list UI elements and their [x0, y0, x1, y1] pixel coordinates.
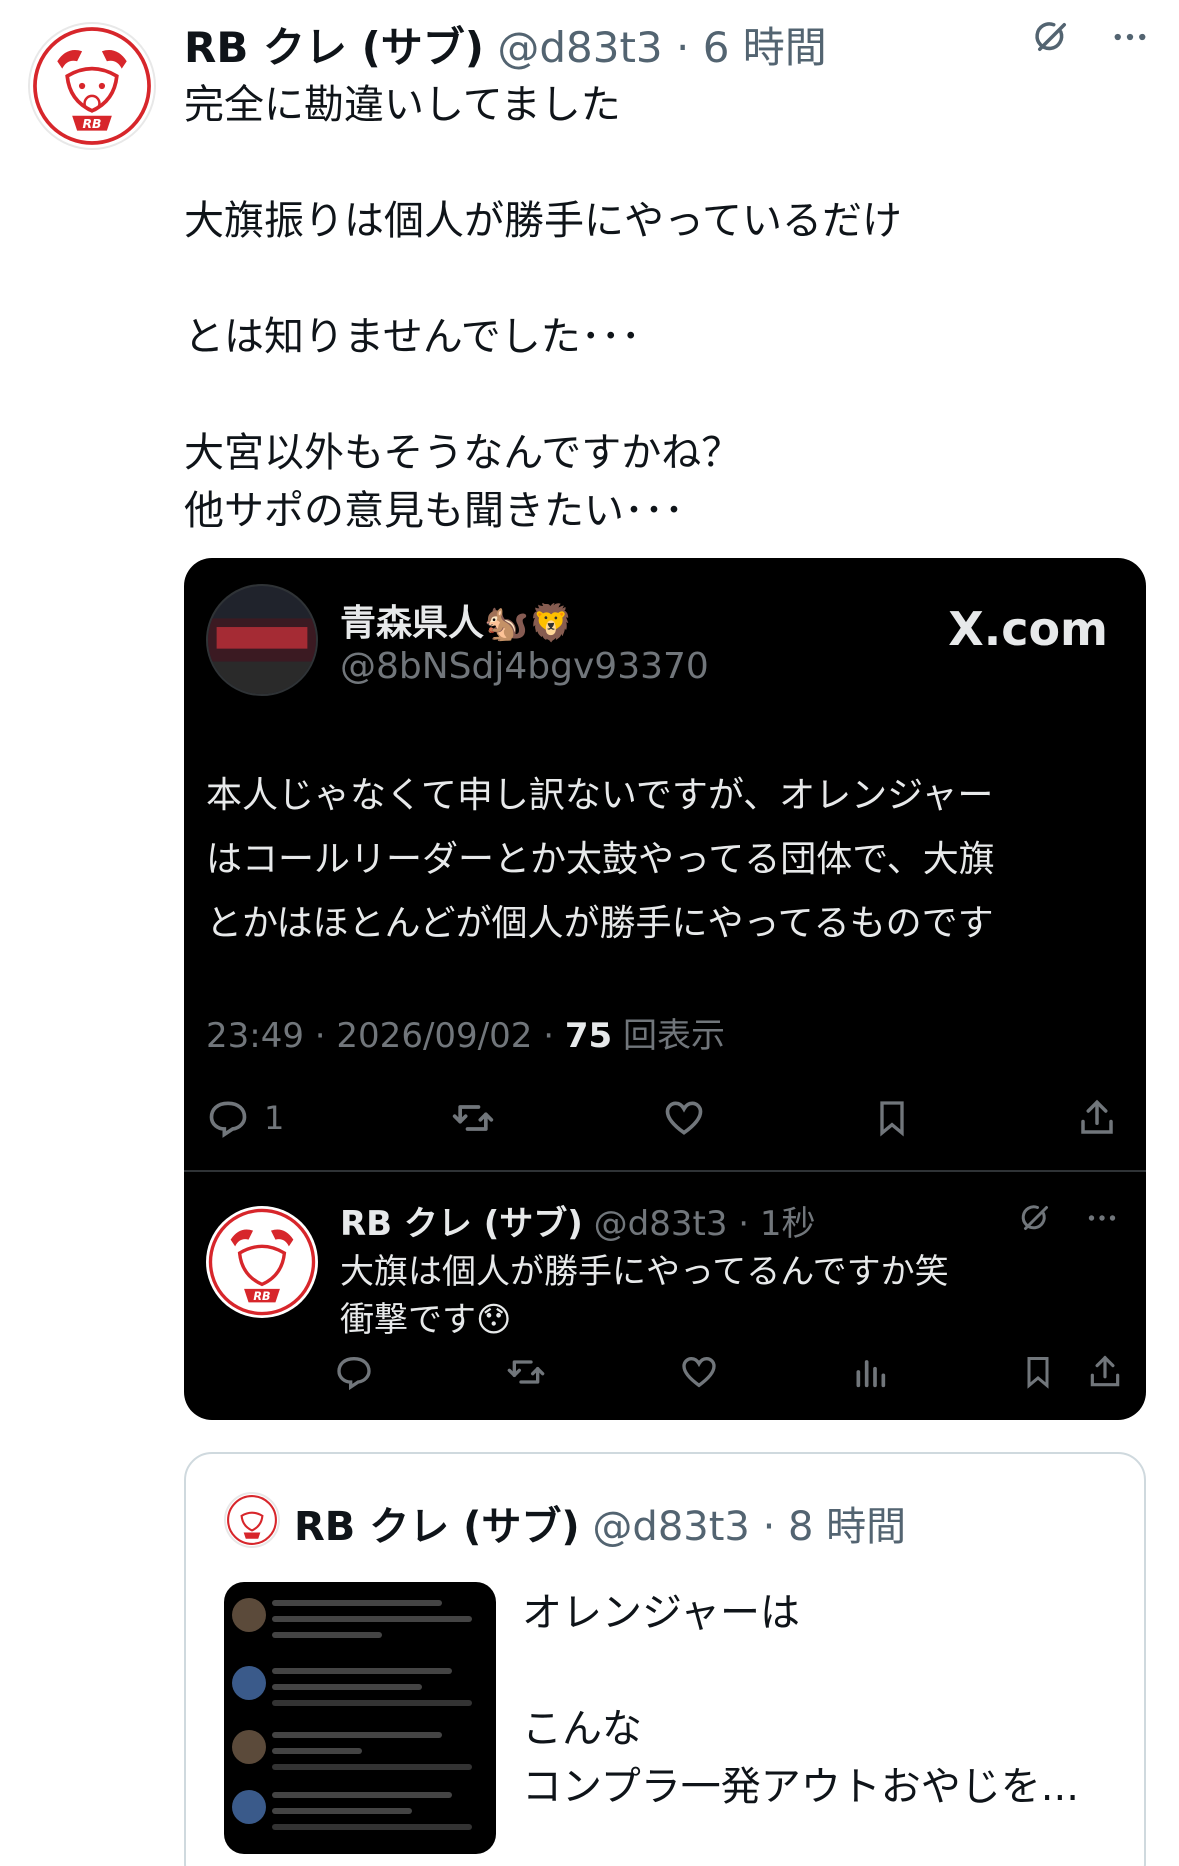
- bookmark-icon: [1027, 1357, 1049, 1389]
- like-icon: [665, 1101, 703, 1135]
- divider: [184, 1170, 1146, 1172]
- user-avatar[interactable]: RB: [28, 22, 156, 150]
- quoted-tweet-line: コンプラ一発アウトおやじを...: [522, 1764, 1079, 1810]
- embedded-screenshot[interactable]: 青森県人🐿️🦁 @8bNSdj4bgv93370 X.com 本人じゃなくて申し…: [184, 558, 1146, 1420]
- timestamp[interactable]: 6 時間: [703, 23, 827, 72]
- reply-action: 1: [206, 1096, 284, 1140]
- reply-icon: [209, 1101, 247, 1138]
- reply-avatar: RB: [206, 1206, 318, 1318]
- quoted-tweet-line: こんな: [522, 1706, 642, 1752]
- embedded-line: はコールリーダーとか太鼓やってる団体で、大旗: [206, 839, 995, 880]
- quoted-user-name: 青森県人🐿️🦁: [340, 603, 574, 644]
- embedded-line: 本人じゃなくて申し訳ないですが、オレンジャー: [206, 775, 994, 816]
- share-icon: [1090, 1355, 1120, 1387]
- separator: ·: [676, 23, 690, 72]
- embedded-views: 75: [564, 1016, 613, 1056]
- reply-header: RB クレ (サブ) @d83t3 · 1秒: [340, 1204, 816, 1244]
- reply-actions: [334, 1348, 1124, 1396]
- retweet-icon: [507, 1360, 545, 1384]
- user-handle[interactable]: @d83t3: [497, 23, 662, 72]
- quoted-tweet-line: オレンジャーは: [522, 1590, 800, 1636]
- rb-logo-icon: RB: [208, 1208, 316, 1316]
- embedded-line: とかはほとんどが個人が勝手にやってるものです: [206, 903, 994, 944]
- tweet-header-actions: [1031, 16, 1151, 58]
- reply-header-icons: [1018, 1200, 1120, 1236]
- reply-handle: @d83t3: [593, 1204, 728, 1244]
- embedded-body: 本人じゃなくて申し訳ないですが、オレンジャー はコールリーダーとか太鼓やってる団…: [206, 764, 1126, 956]
- quoted-tweet-text: オレンジャーは こんな コンプラ一発アウトおやじを...: [522, 1584, 1079, 1816]
- reply-name: RB クレ (サブ): [340, 1204, 583, 1244]
- embedded-views-label: 回表示: [622, 1016, 725, 1056]
- rb-logo-icon: RB: [33, 27, 151, 145]
- quoted-tweet-header: RB クレ (サブ) @d83t3 · 8 時間: [294, 1504, 907, 1550]
- reply-icon: [337, 1356, 371, 1391]
- grok-icon[interactable]: [1031, 16, 1073, 58]
- more-icon[interactable]: [1109, 16, 1151, 58]
- embedded-date: 2026/09/02: [336, 1016, 533, 1056]
- reply-line: 衝撃です😯: [340, 1300, 512, 1340]
- like-icon: [682, 1356, 716, 1388]
- reply-count: 1: [264, 1099, 285, 1137]
- quoted-tweet-avatar: [224, 1492, 280, 1548]
- quoted-tweet-image[interactable]: [224, 1582, 496, 1854]
- tweet-line: 大宮以外もそうなんですかね？: [184, 430, 742, 476]
- embedded-meta: 23:49 · 2026/09/02 · 75 回表示: [206, 1016, 725, 1056]
- reply-line: 大旗は個人が勝手にやってるんですか笑: [340, 1252, 949, 1292]
- grok-icon: [1021, 1205, 1048, 1230]
- quoted-user-avatar: [206, 584, 318, 696]
- display-name[interactable]: RB クレ (サブ): [184, 23, 484, 72]
- quoted-tweet-handle: @d83t3: [592, 1504, 750, 1550]
- reply-time: 1秒: [759, 1204, 816, 1244]
- analytics-icon: [856, 1360, 886, 1388]
- svg-text:RB: RB: [83, 116, 102, 131]
- rb-logo-icon: [227, 1495, 277, 1545]
- bookmark-icon: [879, 1101, 904, 1137]
- quoted-tweet-time: 8 時間: [788, 1504, 907, 1550]
- tweet-header: RB クレ (サブ) @d83t3 · 6 時間: [184, 14, 827, 75]
- quoted-tweet-name: RB クレ (サブ): [294, 1504, 580, 1550]
- tweet-line: 大旗振りは個人が勝手にやっているだけ: [184, 198, 902, 244]
- tweet-text: 完全に勘違いしてました 大旗振りは個人が勝手にやっているだけ とは知りませんでし…: [184, 76, 902, 540]
- embedded-time: 23:49: [206, 1016, 304, 1056]
- more-icon: [1088, 1215, 1116, 1221]
- share-icon: [1081, 1099, 1113, 1134]
- embedded-actions: 1: [206, 1088, 1118, 1148]
- tweet-line: 完全に勘違いしてました: [184, 82, 621, 128]
- x-com-brand: X.com: [948, 602, 1108, 656]
- retweet-icon: [452, 1105, 493, 1131]
- svg-text:RB: RB: [253, 1290, 270, 1303]
- quoted-tweet-card[interactable]: RB クレ (サブ) @d83t3 · 8 時間 オレンジャーは こんな コンプ…: [184, 1452, 1146, 1866]
- tweet-line: 他サポの意見も聞きたい･･･: [184, 488, 684, 534]
- quoted-user-handle: @8bNSdj4bgv93370: [340, 646, 709, 687]
- reply-body: 大旗は個人が勝手にやってるんですか笑 衝撃です😯: [340, 1248, 949, 1344]
- tweet-line: とは知りませんでした･･･: [184, 314, 641, 360]
